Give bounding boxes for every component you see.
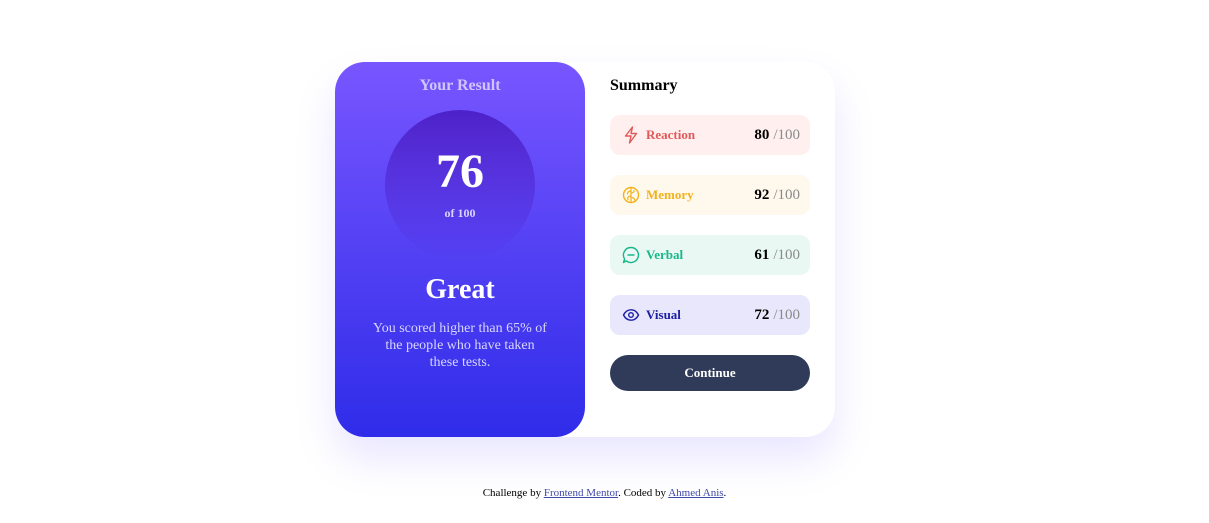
brain-icon: [622, 186, 640, 204]
summary-panel: Summary Reaction 80 /100 Memory 92 /100: [585, 62, 835, 437]
summary-item-label: Verbal: [646, 247, 684, 262]
summary-item-score: 80: [754, 126, 770, 143]
summary-item-max: /100: [773, 186, 800, 203]
summary-item-label: Visual: [646, 307, 681, 322]
summary-item-score: 61: [754, 246, 770, 263]
attribution-middle: . Coded by: [618, 487, 667, 499]
summary-item-max: /100: [773, 246, 800, 263]
attribution-suffix: .: [723, 487, 727, 499]
result-description: You scored higher than 65% of the people…: [373, 321, 547, 370]
summary-item-reaction: Reaction 80 /100: [610, 115, 810, 155]
results-card: Your Result 76 of 100 Great You scored h…: [335, 62, 835, 437]
summary-item-visual: Visual 72 /100: [610, 295, 810, 335]
summary-item-score: 72: [754, 306, 770, 323]
summary-title: Summary: [610, 77, 678, 94]
speech-bubble-icon: [622, 246, 640, 264]
attribution: Challenge by Frontend Mentor. Coded by A…: [0, 487, 1209, 499]
frontend-mentor-link[interactable]: Frontend Mentor: [544, 487, 618, 499]
summary-item-label: Reaction: [646, 127, 696, 142]
score-circle: 76 of 100: [385, 110, 535, 260]
score-max-text: of 100: [444, 206, 476, 220]
author-link[interactable]: Ahmed Anis: [668, 487, 723, 499]
lightning-icon: [622, 126, 640, 144]
summary-item-max: /100: [773, 126, 800, 143]
summary-item-label: Memory: [646, 187, 694, 202]
result-panel: Your Result 76 of 100 Great You scored h…: [335, 62, 585, 437]
summary-item-score: 92: [754, 186, 770, 203]
continue-button[interactable]: Continue: [610, 355, 810, 391]
summary-item-verbal: Verbal 61 /100: [610, 235, 810, 275]
grade-label: Great: [425, 274, 495, 305]
eye-icon: [622, 306, 640, 324]
attribution-prefix: Challenge by: [482, 487, 542, 499]
score-value: 76: [436, 145, 484, 198]
summary-item-max: /100: [773, 306, 800, 323]
summary-item-memory: Memory 92 /100: [610, 175, 810, 215]
result-title: Your Result: [419, 77, 501, 94]
